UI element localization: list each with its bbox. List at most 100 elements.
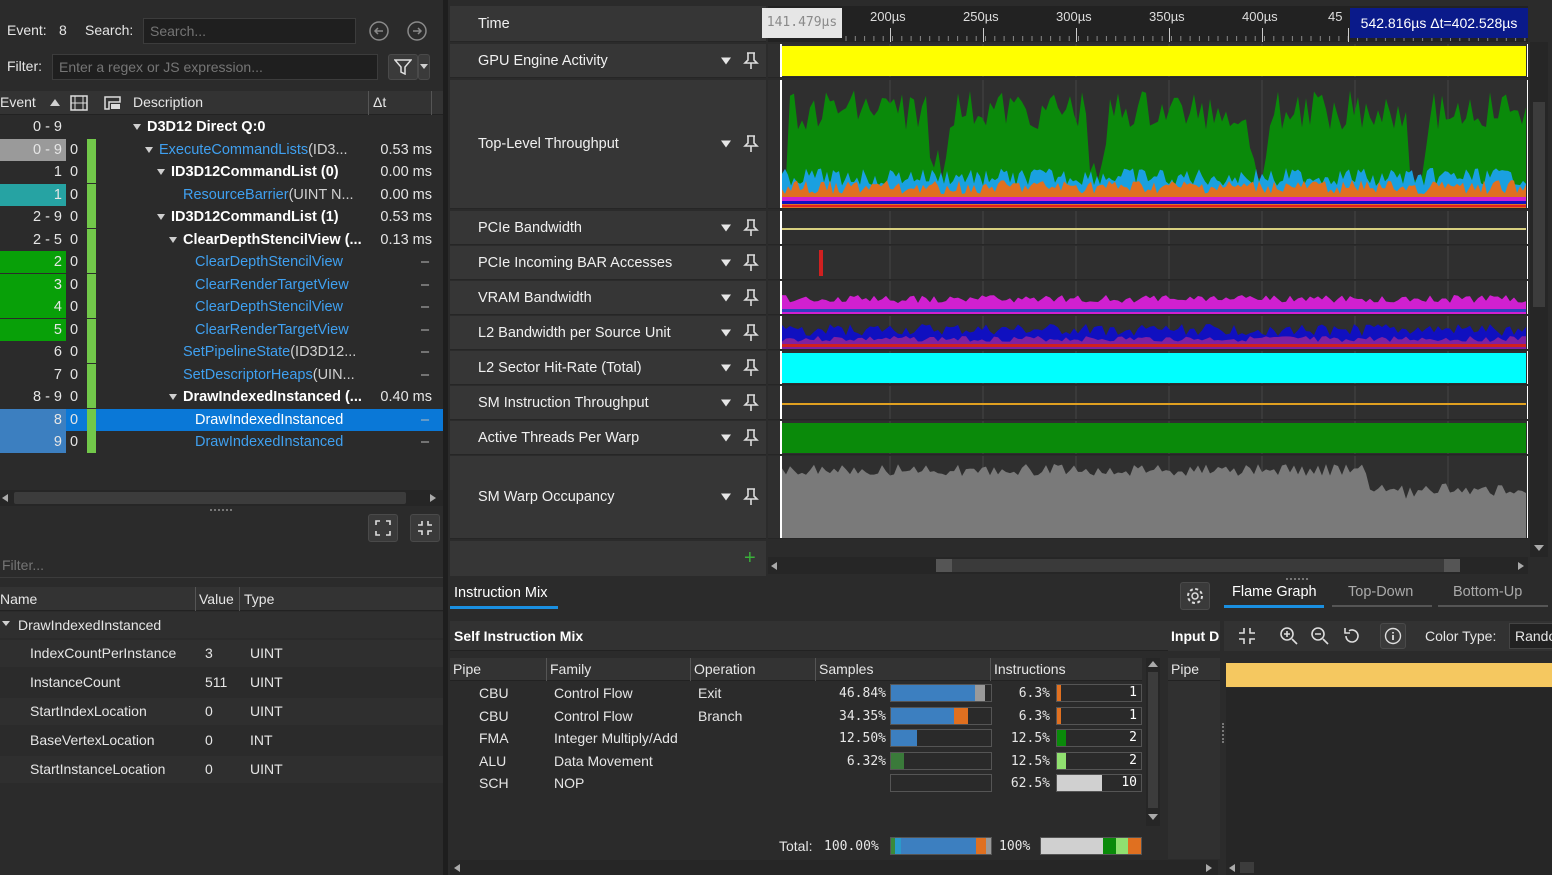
expand-all-icon[interactable]	[368, 514, 398, 542]
event-description[interactable]: D3D12 Direct Q:0	[133, 116, 365, 138]
search-input[interactable]	[143, 18, 356, 44]
tab-top-down[interactable]: Top-Down	[1348, 584, 1413, 600]
param-row[interactable]: StartIndexLocation 0 UINT	[0, 698, 443, 725]
track-graph[interactable]	[768, 386, 1528, 420]
params-filter-input[interactable]	[0, 552, 443, 578]
event-description[interactable]: ID3D12CommandList (0)	[157, 161, 365, 183]
event-description[interactable]: SetDescriptorHeaps(UIN...	[169, 364, 365, 386]
column-header-operation[interactable]: Operation	[694, 661, 755, 677]
info-icon[interactable]	[1380, 623, 1406, 649]
track-dropdown-icon[interactable]	[721, 364, 731, 371]
scroll-right-icon[interactable]	[430, 494, 436, 502]
event-tree-row[interactable]: 5 0 ClearRenderTargetView –	[0, 318, 443, 341]
track-dropdown-icon[interactable]	[721, 57, 731, 64]
flame-hscrollbar[interactable]	[1226, 860, 1552, 875]
scroll-thumb[interactable]	[1148, 672, 1158, 808]
event-description[interactable]: ID3D12CommandList (1)	[157, 206, 365, 228]
flame-graph-canvas[interactable]	[1226, 688, 1552, 860]
instruction-mix-row[interactable]: CBU Control Flow Exit 46.84% 6.3% 1	[450, 682, 1142, 704]
instruction-mix-row[interactable]: FMA Integer Multiply/Add 12.50% 12.5% 2	[450, 727, 1142, 749]
track-dropdown-icon[interactable]	[721, 140, 731, 148]
track-dropdown-icon[interactable]	[721, 224, 731, 231]
scroll-down-icon[interactable]	[1148, 814, 1158, 820]
column-header-family[interactable]: Family	[550, 661, 591, 677]
splitter-handle[interactable]	[1286, 578, 1308, 580]
track-label[interactable]: SM Instruction Throughput	[450, 386, 766, 420]
filter-funnel-icon[interactable]	[388, 54, 418, 80]
event-description[interactable]: ResourceBarrier(UINT N...	[169, 184, 365, 206]
scroll-up-icon[interactable]	[1148, 661, 1158, 667]
track-label[interactable]: L2 Sector Hit-Rate (Total)	[450, 351, 766, 385]
zoom-in-icon[interactable]	[1279, 626, 1299, 646]
pin-icon[interactable]	[743, 135, 759, 153]
expand-chevron-icon[interactable]	[157, 214, 165, 221]
scroll-left-icon[interactable]	[454, 864, 460, 872]
pin-icon[interactable]	[743, 358, 759, 377]
track-graph[interactable]	[768, 456, 1528, 539]
event-description[interactable]: DrawIndexedInstanced (...	[169, 386, 365, 408]
tab-bottom-up[interactable]: Bottom-Up	[1453, 584, 1522, 600]
pin-icon[interactable]	[743, 488, 759, 506]
scroll-thumb[interactable]	[1533, 102, 1545, 307]
event-description[interactable]: ExecuteCommandLists(ID3...	[145, 139, 365, 161]
param-row[interactable]: IndexCountPerInstance 3 UINT	[0, 640, 443, 667]
splitter-handle[interactable]	[1222, 723, 1225, 743]
scroll-left-icon[interactable]	[771, 562, 777, 570]
pin-icon[interactable]	[743, 218, 759, 237]
add-track-icon[interactable]: +	[744, 547, 756, 570]
event-description[interactable]: DrawIndexedInstanced	[181, 409, 365, 431]
track-dropdown-icon[interactable]	[721, 329, 731, 336]
scroll-range-start-handle[interactable]	[936, 559, 952, 572]
scroll-thumb[interactable]	[14, 492, 406, 504]
track-graph[interactable]	[768, 44, 1528, 78]
expand-chevron-icon[interactable]	[169, 236, 177, 243]
scroll-range[interactable]	[936, 559, 1460, 572]
event-tree-row[interactable]: 0 - 9 0 ExecuteCommandLists(ID3... 0.53 ms	[0, 138, 443, 161]
track-dropdown-icon[interactable]	[721, 259, 731, 266]
column-header-delta-time[interactable]: Δt	[373, 94, 386, 110]
expand-chevron-icon[interactable]	[169, 394, 177, 401]
splitter-handle[interactable]	[210, 509, 232, 511]
event-tree-row[interactable]: 2 - 9 0 ID3D12CommandList (1) 0.53 ms	[0, 206, 443, 228]
scroll-range-end-handle[interactable]	[1444, 559, 1460, 572]
track-graph[interactable]	[768, 421, 1528, 455]
param-row[interactable]: InstanceCount 511 UINT	[0, 669, 443, 696]
reset-icon[interactable]	[1342, 626, 1362, 646]
event-description[interactable]: ClearRenderTargetView	[181, 274, 365, 296]
search-prev-icon[interactable]	[366, 18, 392, 44]
track-dropdown-icon[interactable]	[721, 493, 731, 501]
film-strip-icon[interactable]	[70, 95, 88, 111]
event-description[interactable]: ClearRenderTargetView	[181, 319, 365, 341]
filter-input[interactable]	[52, 54, 378, 80]
pin-icon[interactable]	[743, 393, 759, 412]
track-label[interactable]: VRAM Bandwidth	[450, 281, 766, 315]
track-label[interactable]: PCIe Bandwidth	[450, 211, 766, 245]
tab-flame-graph[interactable]: Flame Graph	[1232, 584, 1317, 600]
track-label[interactable]: L2 Bandwidth per Source Unit	[450, 316, 766, 350]
event-description[interactable]: SetPipelineState(ID3D12...	[169, 341, 365, 363]
column-header-event[interactable]: Event	[0, 94, 36, 110]
collapse-icon[interactable]	[1238, 627, 1256, 645]
search-next-icon[interactable]	[404, 18, 430, 44]
event-tree-row[interactable]: 8 - 9 0 DrawIndexedInstanced (... 0.40 ms	[0, 386, 443, 408]
instruction-mix-row[interactable]: ALU Data Movement 6.32% 12.5% 2	[450, 750, 1142, 772]
column-header-description[interactable]: Description	[133, 94, 203, 110]
expand-chevron-icon[interactable]	[2, 621, 10, 627]
column-header-type[interactable]: Type	[244, 591, 274, 607]
params-group-row[interactable]: DrawIndexedInstanced	[0, 612, 443, 638]
event-tree-row[interactable]: 2 - 5 0 ClearDepthStencilView (... 0.13 ms	[0, 228, 443, 251]
event-description[interactable]: ClearDepthStencilView	[181, 296, 365, 318]
pin-icon[interactable]	[743, 51, 759, 70]
event-description[interactable]: DrawIndexedInstanced	[181, 431, 365, 453]
instruction-mix-hscrollbar[interactable]	[450, 860, 1218, 875]
scroll-right-icon[interactable]	[1206, 864, 1212, 872]
instruction-mix-vscrollbar[interactable]	[1146, 658, 1160, 826]
timeline-vscrollbar[interactable]	[1530, 42, 1548, 557]
pin-icon[interactable]	[743, 253, 759, 272]
flame-root-frame[interactable]	[1226, 663, 1552, 687]
track-dropdown-icon[interactable]	[721, 399, 731, 406]
track-graph[interactable]	[768, 246, 1528, 280]
scroll-down-icon[interactable]	[1534, 545, 1544, 551]
param-row[interactable]: BaseVertexLocation 0 INT	[0, 727, 443, 754]
event-tree-row[interactable]: 2 0 ClearDepthStencilView –	[0, 251, 443, 273]
